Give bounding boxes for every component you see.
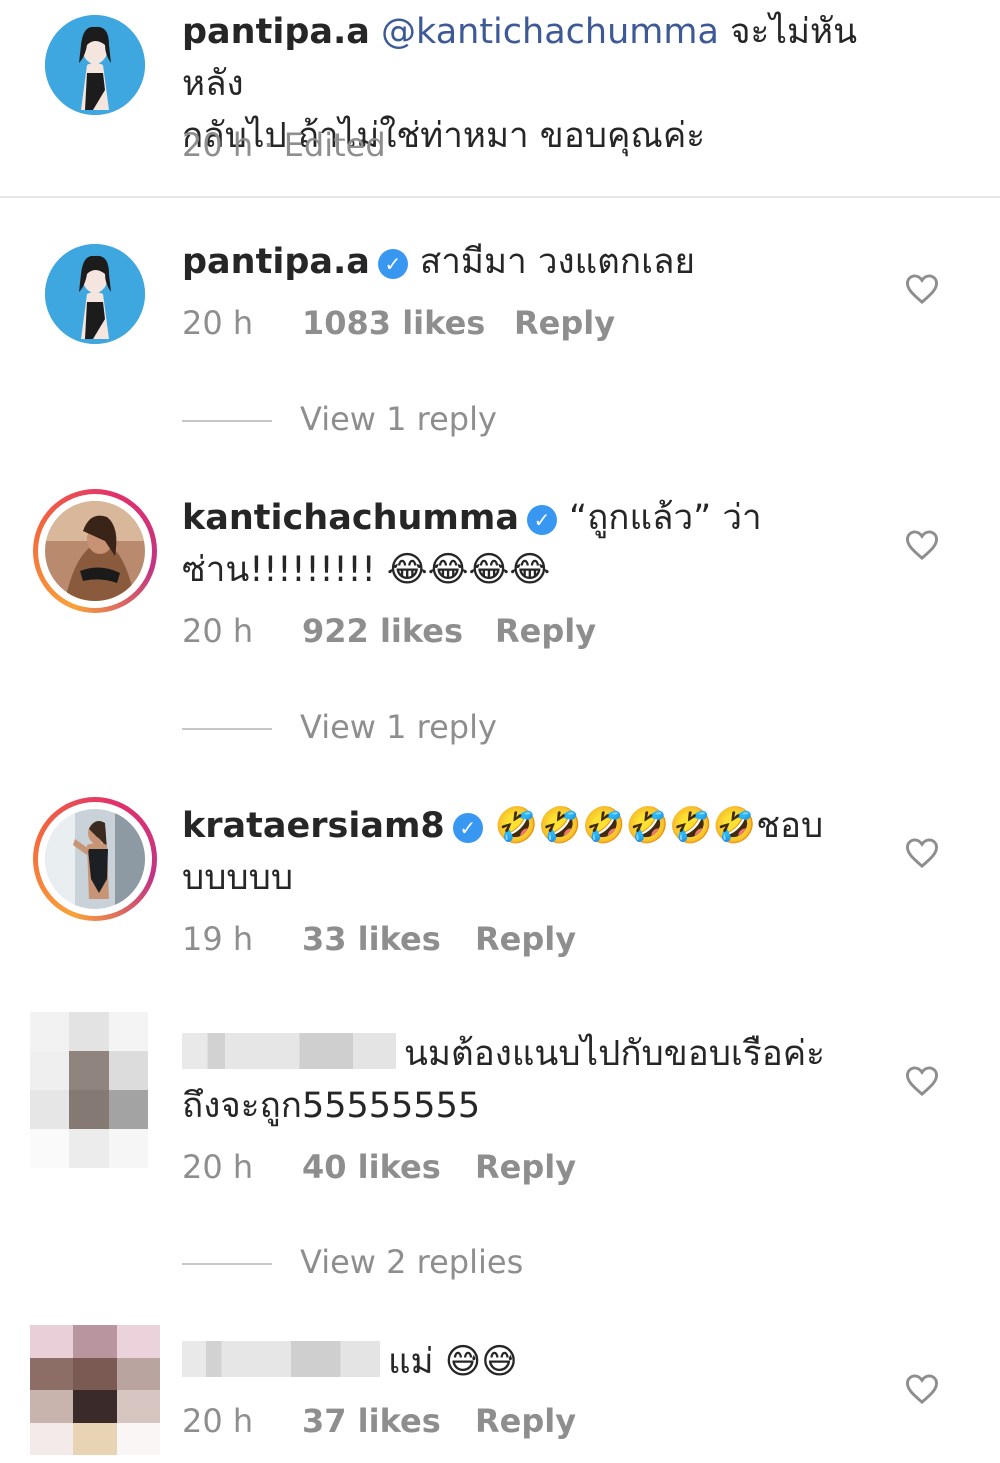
comment-body: แม่ 😅😅 [388, 1342, 518, 1382]
comment-text: แม่ 😅😅 [182, 1336, 882, 1388]
view-replies-divider [182, 420, 272, 422]
avatar-pantipa[interactable] [45, 244, 145, 344]
avatar-illustration [45, 15, 145, 115]
comment-time: 19 h [182, 920, 254, 958]
comment-body-line2: บบบบบ [182, 858, 294, 898]
caption-username[interactable]: pantipa.a [182, 12, 370, 52]
verified-badge-icon: ✓ [526, 505, 557, 535]
view-replies-divider [182, 728, 272, 730]
comment-text: kantichachumma ✓ “ถูกแล้ว” ว่า ซ่าน!!!!!!!… [182, 492, 882, 596]
comment-body-line2: ถึงจะถูก55555555 [182, 1086, 481, 1126]
comment-body: สามีมา วงแตกเลย [419, 242, 695, 282]
reply-button[interactable]: Reply [475, 1148, 576, 1186]
view-replies-link[interactable]: View 1 reply [182, 708, 497, 746]
heart-icon[interactable] [904, 1373, 940, 1405]
comment-time: 20 h [182, 304, 254, 342]
comment-likes[interactable]: 1083 likes [302, 304, 485, 342]
comment-body-line1: 🤣🤣🤣🤣🤣🤣ชอบ [494, 806, 824, 846]
comment-body-line1: นมต้องแนบไปกับขอบเรือค่ะ [404, 1034, 825, 1074]
comment-meta: 20 h 37 likes Reply [182, 1402, 576, 1440]
username-redacted [182, 1341, 380, 1377]
comment-meta: 19 h 33 likes Reply [182, 920, 576, 958]
view-replies-label: View 1 reply [300, 400, 497, 438]
reply-button[interactable]: Reply [475, 920, 576, 958]
username-redacted [182, 1033, 396, 1069]
comment-text: นมต้องแนบไปกับขอบเรือค่ะ ถึงจะถูก5555555… [182, 1028, 882, 1132]
avatar-kantichachumma[interactable] [33, 489, 157, 613]
verified-badge-icon: ✓ [452, 813, 483, 843]
comment-body-line2: ซ่าน!!!!!!!!! 😂😂😂😂 [182, 550, 551, 590]
comment-text: krataersiam8 ✓ 🤣🤣🤣🤣🤣🤣ชอบ บบบบบ [182, 800, 882, 904]
comment-meta: 20 h 40 likes Reply [182, 1148, 576, 1186]
avatar-illustration [45, 244, 145, 344]
post-caption: pantipa.a @kantichachumma จะไม่หันหลัง ก… [0, 0, 1000, 198]
comment-username[interactable]: krataersiam8 [182, 806, 445, 846]
comment-time: 20 h [182, 1148, 254, 1186]
heart-icon[interactable] [904, 837, 940, 869]
view-replies-link[interactable]: View 1 reply [182, 400, 497, 438]
view-replies-label: View 1 reply [300, 708, 497, 746]
heart-icon[interactable] [904, 1065, 940, 1097]
comment-likes[interactable]: 37 likes [302, 1402, 441, 1440]
comment-time: 20 h [182, 612, 254, 650]
avatar-pixelated[interactable] [30, 1325, 160, 1455]
caption-meta: 20 h · Edited [182, 126, 386, 164]
view-replies-link[interactable]: View 2 replies [182, 1243, 523, 1281]
avatar-pixelated[interactable] [30, 1012, 148, 1168]
comment-username[interactable]: pantipa.a [182, 242, 370, 282]
heart-icon[interactable] [904, 273, 940, 305]
reply-button[interactable]: Reply [514, 304, 615, 342]
avatar-photo [45, 809, 145, 909]
verified-badge-icon: ✓ [377, 249, 408, 279]
heart-icon[interactable] [904, 529, 940, 561]
comment-time: 20 h [182, 1402, 254, 1440]
caption-mention[interactable]: @kantichachumma [381, 12, 719, 52]
avatar-pantipa[interactable] [45, 15, 145, 115]
comment-likes[interactable]: 40 likes [302, 1148, 441, 1186]
comment-meta: 20 h 922 likes Reply [182, 612, 596, 650]
comment-likes[interactable]: 33 likes [302, 920, 441, 958]
avatar-photo [45, 501, 145, 601]
reply-button[interactable]: Reply [475, 1402, 576, 1440]
comment-body-line1: “ถูกแล้ว” ว่า [568, 498, 762, 538]
reply-button[interactable]: Reply [495, 612, 596, 650]
comment-likes[interactable]: 922 likes [302, 612, 463, 650]
view-replies-divider [182, 1263, 272, 1265]
comment-text: pantipa.a ✓ สามีมา วงแตกเลย [182, 236, 882, 288]
avatar-krataersiam8[interactable] [33, 797, 157, 921]
comment-meta: 20 h 1083 likes Reply [182, 304, 615, 342]
comment-username[interactable]: kantichachumma [182, 498, 519, 538]
view-replies-label: View 2 replies [300, 1243, 524, 1281]
